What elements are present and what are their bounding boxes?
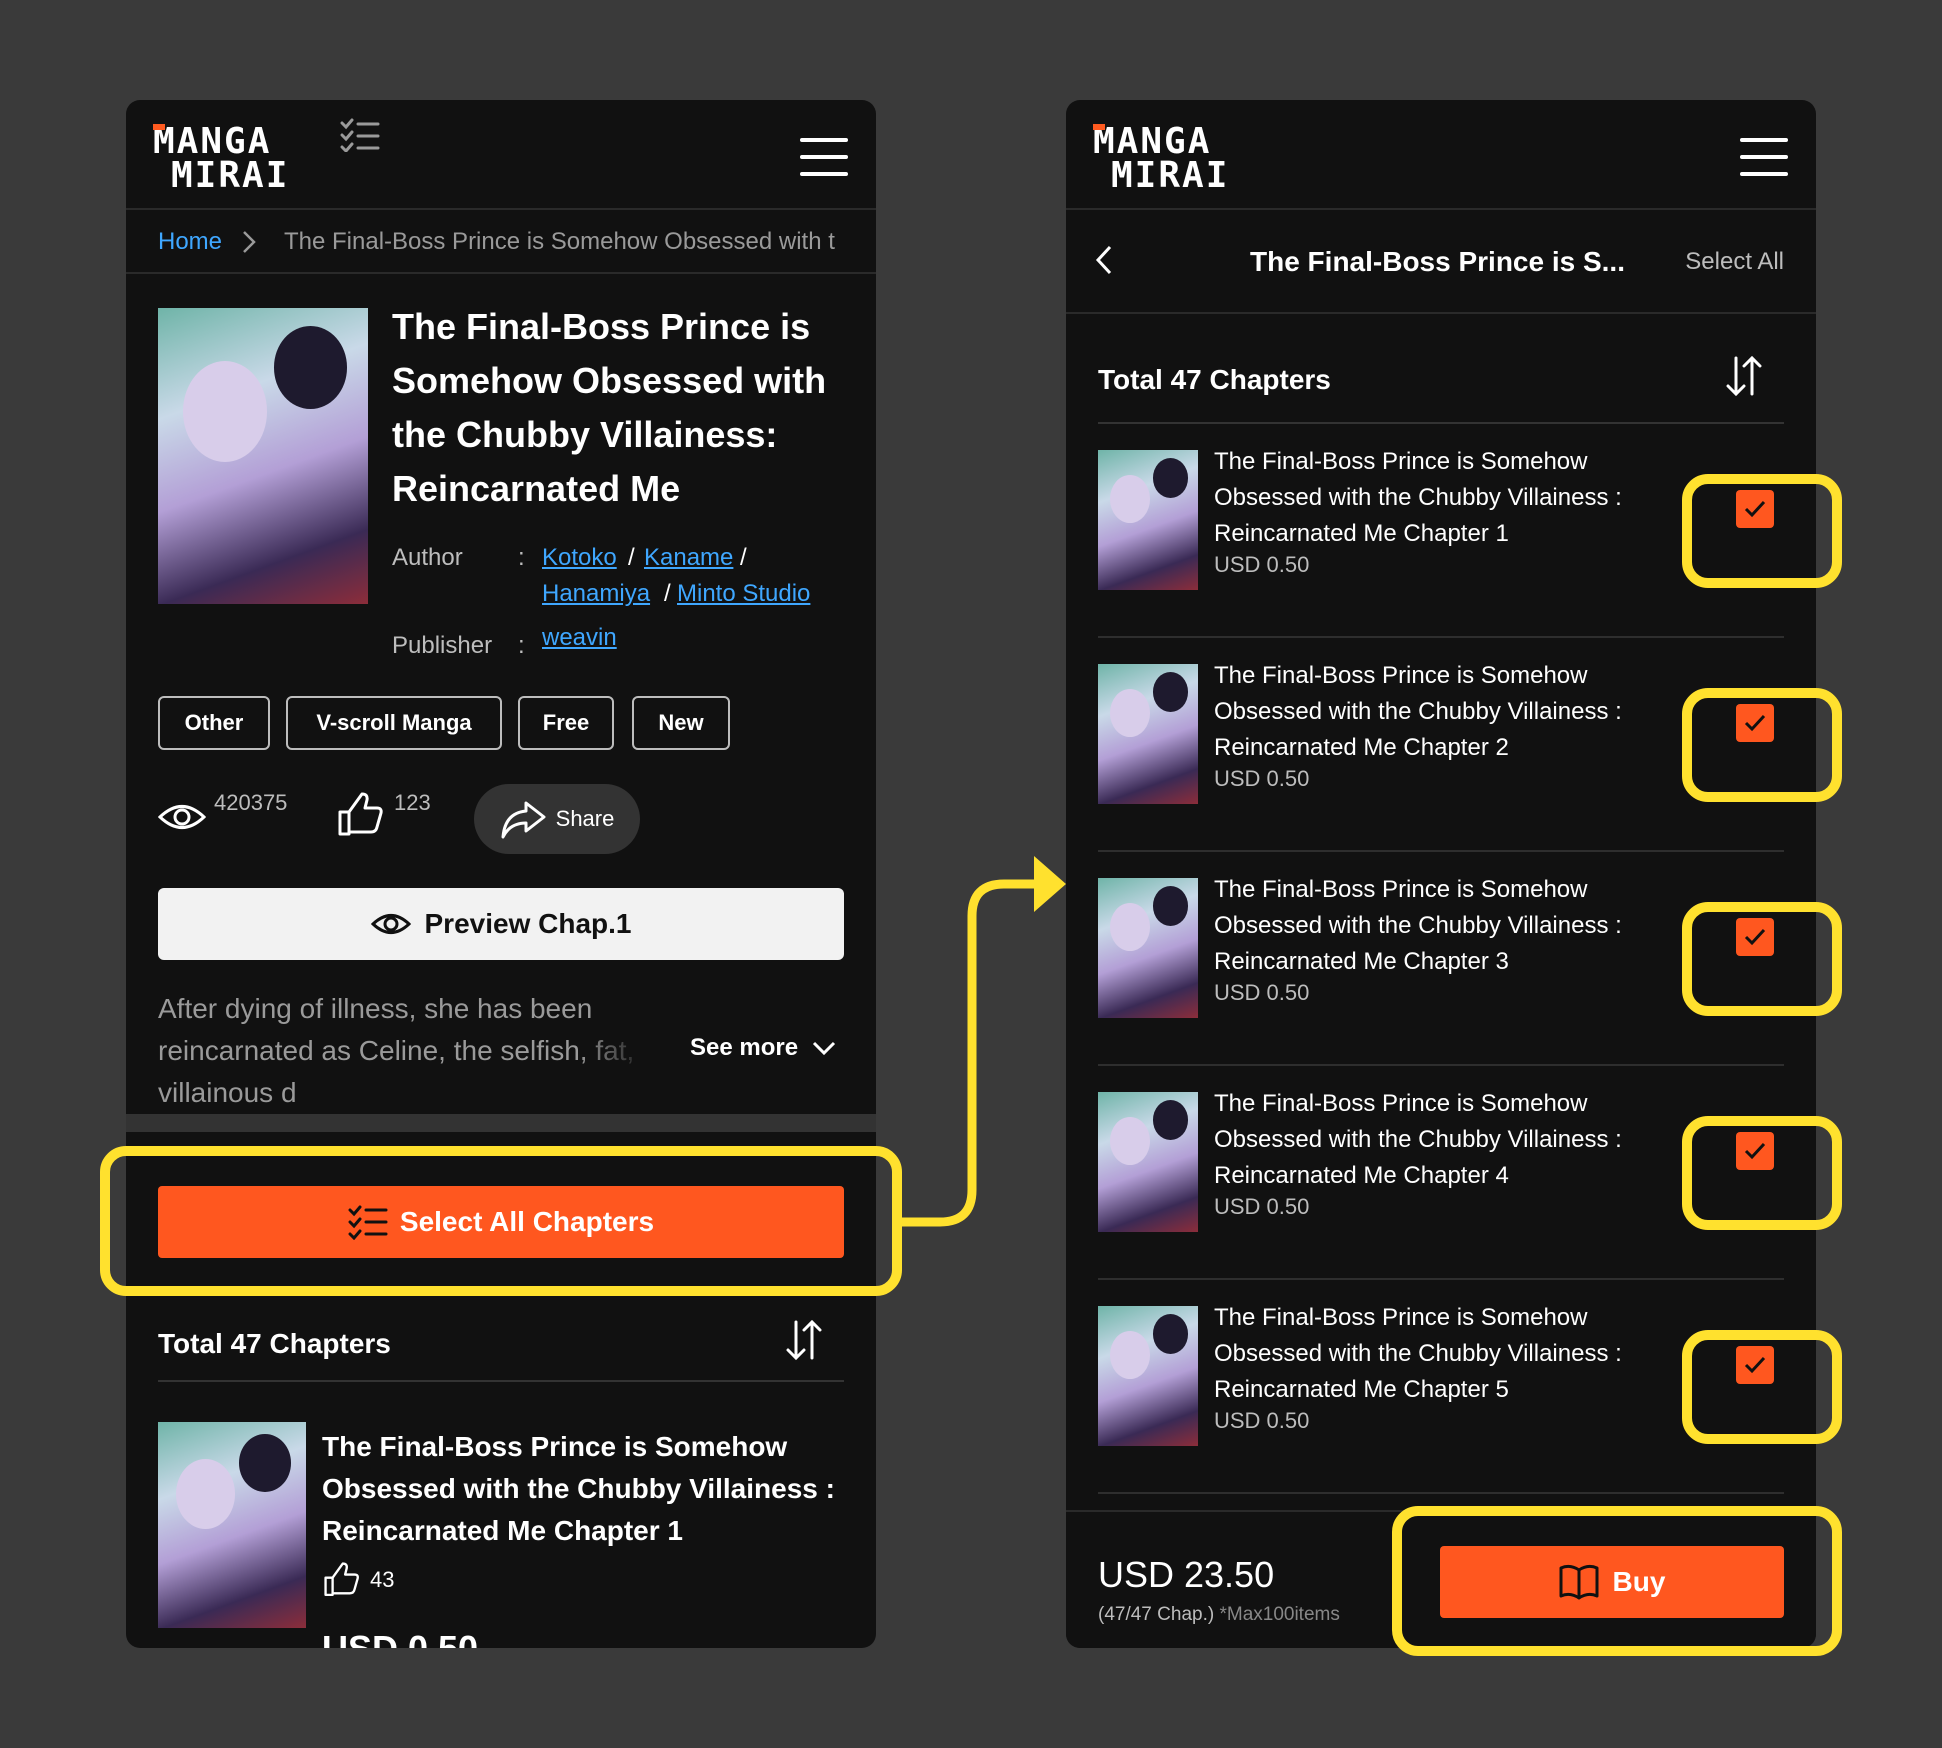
author-colon: :: [518, 544, 525, 571]
chapter-price: USD 0.50: [1214, 980, 1310, 1005]
sort-icon[interactable]: [1724, 354, 1764, 398]
synopsis-fade: [578, 1030, 698, 1072]
author-separator: /: [664, 580, 671, 607]
highlight-checkbox: [1682, 1330, 1842, 1444]
chapter-likes: 43: [322, 1562, 394, 1598]
publisher-colon: :: [518, 632, 525, 659]
view-count: 420375: [214, 790, 288, 815]
hamburger-menu-icon[interactable]: [800, 138, 848, 176]
synopsis-body: After dying of illness, she has been rei…: [158, 993, 635, 1108]
chapter-thumbnail[interactable]: [158, 1422, 306, 1628]
chapter-thumbnail: [1098, 1092, 1198, 1232]
thumbs-up-icon: [324, 1562, 359, 1597]
author-link-hanamiya[interactable]: Hanamiya: [542, 580, 650, 608]
preview-label: Preview Chap.1: [424, 908, 632, 939]
back-chevron-icon[interactable]: [1094, 244, 1114, 276]
total-chapters-heading: Total 47 Chapters: [1098, 364, 1331, 395]
total-price: USD 23.50: [1098, 1554, 1275, 1595]
manga-detail-screen: MANGA MIRAI Home The Final-Boss Prince i…: [126, 100, 876, 1648]
chapter-price: USD 0.50: [1214, 552, 1310, 577]
heading-divider: [158, 1380, 844, 1382]
app-header: MANGA MIRAI: [126, 100, 876, 210]
breadcrumb-current: The Final-Boss Prince is Somehow Obsesse…: [284, 228, 835, 255]
share-arrow-icon: [501, 801, 546, 839]
manga-mirai-logo[interactable]: MANGA MIRAI: [153, 124, 303, 196]
manga-cover-image: [158, 308, 368, 604]
share-label: Share: [555, 806, 615, 831]
total-chapters-heading: Total 47 Chapters: [158, 1328, 391, 1359]
chapter-title: The Final-Boss Prince is Somehow Obsesse…: [1214, 1090, 1622, 1189]
author-separator: /: [628, 544, 635, 571]
logo-line-2: MIRAI: [171, 155, 290, 196]
author-separator: /: [740, 544, 747, 571]
chapter-like-count: 43: [370, 1567, 395, 1592]
synopsis-text: After dying of illness, she has been rei…: [158, 988, 698, 1114]
author-link-kaname[interactable]: Kaname: [644, 544, 733, 572]
author-link-minto-studio[interactable]: Minto Studio: [677, 580, 810, 608]
selection-count: (47/47 Chap.) *Max100items: [1098, 1604, 1340, 1626]
breadcrumb: Home The Final-Boss Prince is Somehow Ob…: [126, 210, 876, 274]
chapter-title: The Final-Boss Prince is Somehow Obsesse…: [1214, 876, 1622, 975]
chapter-count: (47/47 Chap.): [1098, 1604, 1215, 1625]
chapter-thumbnail: [1098, 664, 1198, 804]
chevron-down-icon: [813, 1041, 836, 1055]
highlight-checkbox: [1682, 1116, 1842, 1230]
publisher-label: Publisher: [392, 632, 493, 659]
share-button[interactable]: Share: [474, 784, 640, 854]
chapter-title: The Final-Boss Prince is Somehow Obsesse…: [1214, 662, 1622, 761]
sort-icon[interactable]: [784, 1318, 824, 1362]
publisher-link[interactable]: weavin: [542, 624, 617, 652]
eye-icon: [370, 914, 411, 934]
thumbs-up-icon[interactable]: [336, 792, 386, 838]
row-divider: [1098, 1492, 1784, 1494]
selection-header: The Final-Boss Prince is S... Select All: [1066, 210, 1816, 314]
chapter-price: USD 0.50: [1214, 1194, 1310, 1219]
author-link-kotoko[interactable]: Kotoko: [542, 544, 617, 572]
eye-icon: [158, 805, 206, 829]
flow-arrow: [900, 856, 1066, 1227]
chapter-title[interactable]: The Final-Boss Prince is Somehow Obsesse…: [322, 1426, 842, 1552]
see-more-button[interactable]: See more: [690, 1034, 836, 1062]
app-header: MANGA MIRAI: [1066, 100, 1816, 210]
highlight-checkbox: [1682, 474, 1842, 588]
section-divider: [126, 1114, 876, 1132]
like-count: 123: [394, 790, 431, 815]
chevron-right-icon: [243, 231, 256, 253]
chapter-title: The Final-Boss Prince is Somehow Obsesse…: [1214, 448, 1622, 547]
logo-line-2: MIRAI: [1111, 155, 1230, 196]
max-items-note: *Max100items: [1219, 1604, 1340, 1625]
tag-v-scroll-manga[interactable]: V-scroll Manga: [286, 696, 502, 750]
chapter-price: USD 0.50: [1214, 1408, 1310, 1433]
logo-accent: [153, 124, 165, 130]
hamburger-menu-icon[interactable]: [1740, 138, 1788, 176]
author-label: Author: [392, 544, 463, 571]
checklist-icon[interactable]: [340, 118, 380, 152]
select-all-link[interactable]: Select All: [1685, 248, 1784, 276]
logo-accent: [1093, 124, 1105, 130]
breadcrumb-home-link[interactable]: Home: [158, 228, 222, 256]
manga-mirai-logo[interactable]: MANGA MIRAI: [1093, 124, 1243, 196]
chapter-thumbnail: [1098, 878, 1198, 1018]
chapter-thumbnail: [1098, 450, 1198, 590]
highlight-buy: [1392, 1506, 1842, 1656]
chapter-price: USD 0.50: [322, 1628, 478, 1648]
tag-other[interactable]: Other: [158, 696, 270, 750]
tag-free[interactable]: Free: [518, 696, 614, 750]
chapter-price: USD 0.50: [1214, 766, 1310, 791]
selection-title: The Final-Boss Prince is S...: [1250, 246, 1625, 277]
chapter-title: The Final-Boss Prince is Somehow Obsesse…: [1214, 1304, 1622, 1403]
highlight-checkbox: [1682, 688, 1842, 802]
chapter-thumbnail: [1098, 1306, 1198, 1446]
manga-title: The Final-Boss Prince is Somehow Obsesse…: [392, 306, 827, 509]
highlight-checkbox: [1682, 902, 1842, 1016]
tag-new[interactable]: New: [632, 696, 730, 750]
highlight-select-all: [100, 1146, 902, 1296]
preview-chapter-button[interactable]: Preview Chap.1: [158, 888, 844, 960]
see-more-label: See more: [690, 1034, 799, 1061]
